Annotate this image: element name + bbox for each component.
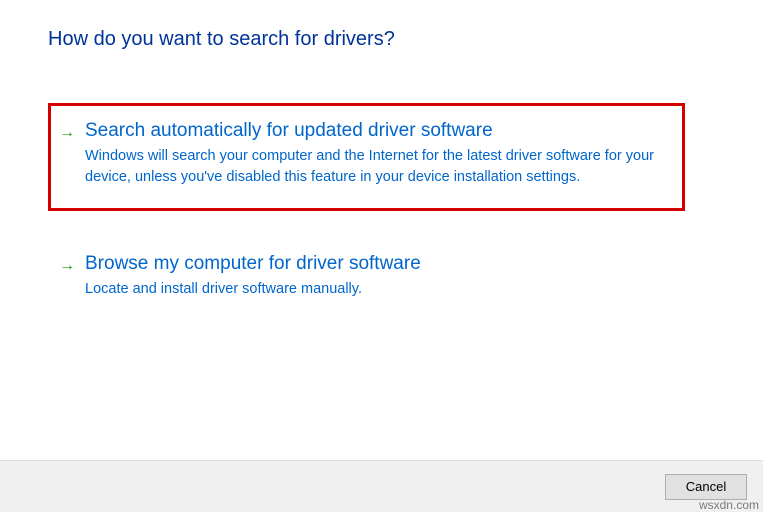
page-title: How do you want to search for drivers? xyxy=(48,28,715,51)
option-search-automatically[interactable]: → Search automatically for updated drive… xyxy=(48,103,685,211)
arrow-right-icon: → xyxy=(59,124,75,142)
cancel-button[interactable]: Cancel xyxy=(665,474,747,500)
option-browse-computer[interactable]: → Browse my computer for driver software… xyxy=(51,251,682,320)
option-browse-title: Browse my computer for driver software xyxy=(85,253,668,275)
option-auto-description: Windows will search your computer and th… xyxy=(85,146,668,188)
option-auto-title: Search automatically for updated driver … xyxy=(85,120,668,142)
option-browse-description: Locate and install driver software manua… xyxy=(85,279,668,300)
arrow-right-icon: → xyxy=(59,257,75,275)
dialog-footer: Cancel xyxy=(0,460,763,512)
watermark: wsxdn.com xyxy=(699,498,759,512)
